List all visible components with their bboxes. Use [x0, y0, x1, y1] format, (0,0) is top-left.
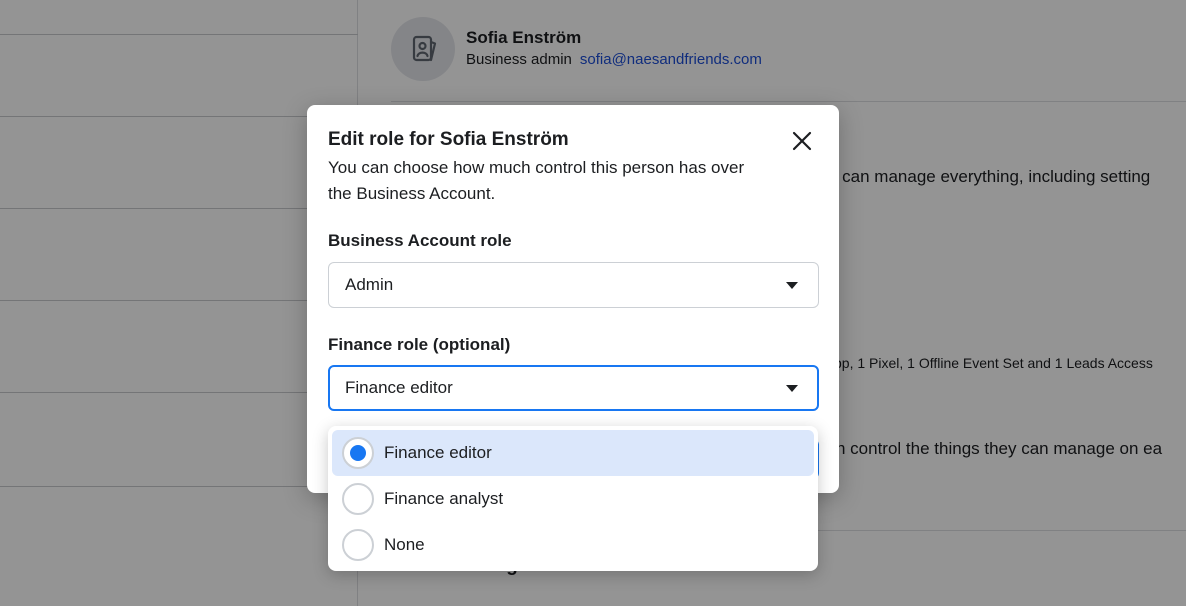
business-role-label: Business Account role — [328, 231, 512, 250]
option-finance-analyst[interactable]: Finance analyst — [332, 476, 814, 522]
option-finance-editor[interactable]: Finance editor — [332, 430, 814, 476]
caret-down-icon — [786, 282, 798, 289]
dialog-title: Edit role for Sofia Enström — [328, 129, 569, 150]
option-label: Finance editor — [384, 443, 492, 462]
close-icon — [792, 131, 812, 151]
option-none[interactable]: None — [332, 522, 814, 568]
caret-down-icon — [786, 385, 798, 392]
finance-role-value: Finance editor — [345, 378, 453, 397]
radio-selected-icon — [342, 437, 374, 469]
dialog-description: You can choose how much control this per… — [328, 158, 745, 203]
radio-empty-icon — [342, 483, 374, 515]
radio-empty-icon — [342, 529, 374, 561]
option-label: None — [384, 535, 425, 554]
business-role-select[interactable]: Admin — [328, 262, 819, 308]
finance-role-select[interactable]: Finance editor — [328, 365, 819, 411]
business-role-value: Admin — [345, 275, 394, 294]
finance-role-dropdown: Finance editor Finance analyst None — [328, 426, 818, 571]
option-label: Finance analyst — [384, 489, 504, 508]
close-button[interactable] — [788, 127, 816, 155]
finance-role-label: Finance role (optional) — [328, 335, 511, 354]
